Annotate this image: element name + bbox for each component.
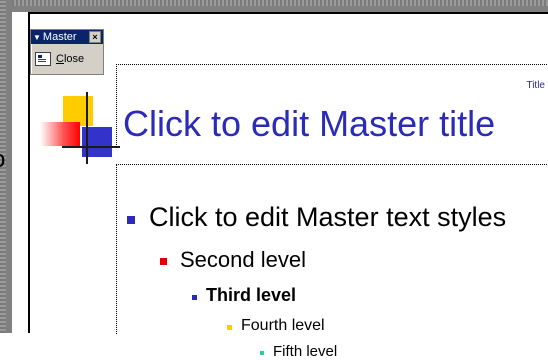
text-level-3[interactable]: Third level	[192, 285, 296, 306]
close-master-view-icon	[35, 52, 51, 66]
text-level-5[interactable]: Fifth level	[260, 343, 337, 360]
text-level-1[interactable]: Click to edit Master text styles	[127, 202, 506, 233]
top-workspace-strip	[0, 0, 548, 12]
close-master-view-button[interactable]: Close	[35, 50, 84, 68]
text-level-4[interactable]: Fourth level	[227, 317, 325, 335]
master-title-text[interactable]: Click to edit Master title	[123, 103, 495, 145]
bullet-level-4	[227, 325, 232, 330]
bullet-level-2	[160, 258, 167, 265]
text-level-1-label: Click to edit Master text styles	[149, 202, 507, 232]
title-area-tag: Title	[526, 80, 545, 91]
master-toolbar-titlebar[interactable]: ▼ Master ×	[31, 30, 103, 44]
bullet-level-1	[127, 215, 135, 224]
slide-left-margin	[12, 12, 28, 333]
vertical-line-decoration	[86, 92, 88, 164]
text-level-2[interactable]: Second level	[160, 247, 306, 273]
title-placeholder[interactable]: Title Click to edit Master title	[116, 64, 548, 147]
bullet-level-3	[192, 294, 197, 300]
text-level-3-label: Third level	[206, 285, 297, 305]
close-icon[interactable]: ×	[89, 31, 101, 43]
body-placeholder[interactable]: Click to edit Master text styles Second …	[116, 164, 548, 360]
bullet-level-5	[260, 351, 264, 355]
master-toolbar-title: Master	[42, 31, 77, 43]
text-level-2-label: Second level	[180, 247, 306, 272]
toolbar-options-arrow-icon[interactable]: ▼	[33, 33, 41, 42]
horizontal-line-decoration	[62, 146, 120, 148]
close-button-label: Close	[56, 53, 85, 65]
text-level-5-label: Fifth level	[273, 343, 338, 360]
red-gradient-decoration	[40, 122, 80, 146]
text-level-4-label: Fourth level	[241, 317, 325, 334]
master-toolbar[interactable]: ▼ Master × Close	[30, 29, 104, 75]
cut-off-character: o	[0, 146, 12, 173]
slide-top-border	[28, 12, 548, 14]
